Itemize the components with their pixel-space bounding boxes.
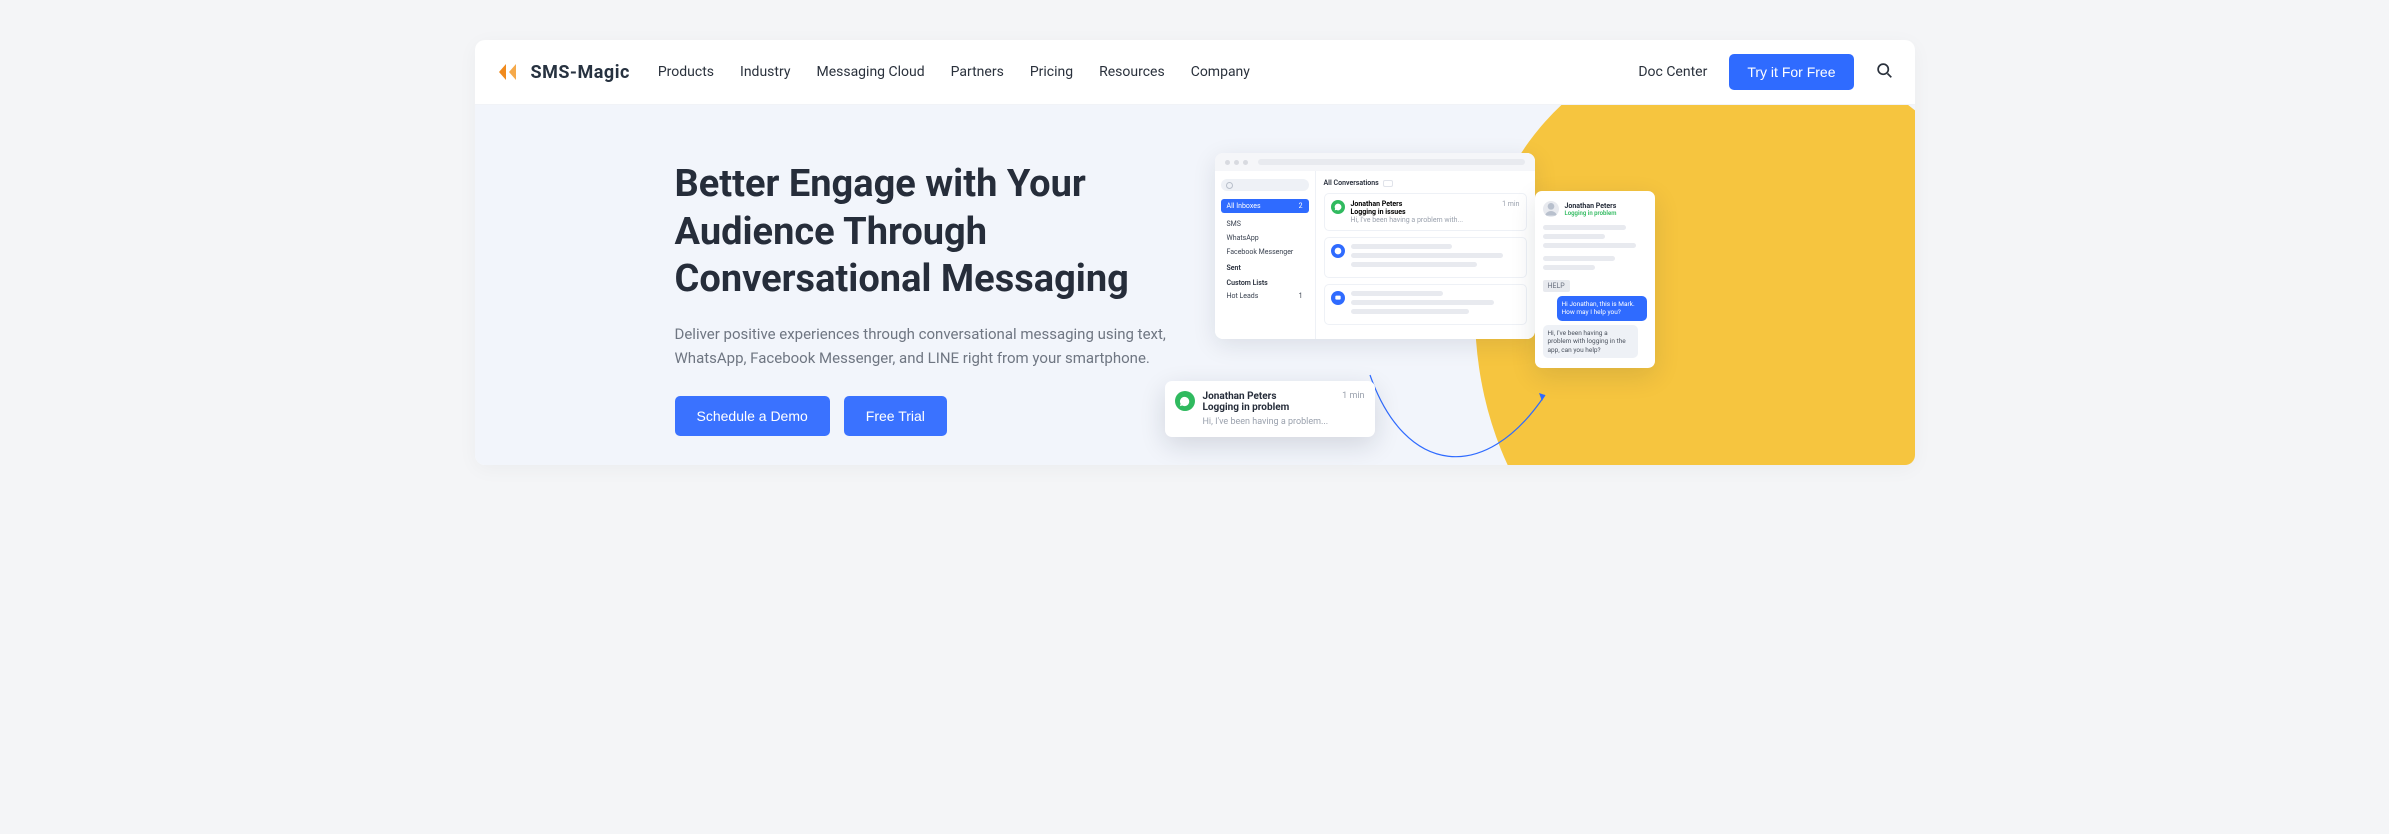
whatsapp-icon xyxy=(1331,200,1345,214)
all-inboxes-count: 2 xyxy=(1299,202,1303,210)
mock-search-input xyxy=(1221,179,1309,191)
nav-products[interactable]: Products xyxy=(658,64,714,80)
hero-illustration: All Inboxes 2 SMS WhatsApp Facebook Mess… xyxy=(1235,153,1915,465)
hero-subtitle: Deliver positive experiences through con… xyxy=(675,322,1195,370)
nav-industry[interactable]: Industry xyxy=(740,64,790,80)
connector-arrow-icon xyxy=(1365,365,1555,465)
dropdown-icon xyxy=(1383,180,1393,187)
nav-company[interactable]: Company xyxy=(1191,64,1250,80)
float-subject: Logging in problem xyxy=(1203,402,1329,413)
sidebar-sent: Sent xyxy=(1221,259,1309,274)
logo-mark-icon xyxy=(497,62,523,82)
app-mockup-window: All Inboxes 2 SMS WhatsApp Facebook Mess… xyxy=(1215,153,1535,339)
float-name: Jonathan Peters xyxy=(1203,391,1329,402)
sidebar-fb: Facebook Messenger xyxy=(1221,245,1309,259)
float-preview: Hi, I've been having a problem... xyxy=(1203,417,1329,427)
top-nav: SMS-Magic Products Industry Messaging Cl… xyxy=(475,40,1915,105)
schedule-demo-button[interactable]: Schedule a Demo xyxy=(675,396,830,436)
float-time: 1 min xyxy=(1342,391,1364,401)
hot-leads-count: 1 xyxy=(1299,292,1303,300)
conversation-row-sms xyxy=(1324,284,1527,325)
agent-message-bubble: Hi Jonathan, this is Mark. How may I hel… xyxy=(1557,296,1647,321)
nav-pricing[interactable]: Pricing xyxy=(1030,64,1073,80)
conversation-row-messenger xyxy=(1324,237,1527,278)
user-message-bubble: Hi, I've been having a problem with logg… xyxy=(1543,325,1638,358)
mockup-main: All Conversations Jonathan Peters 1 min xyxy=(1315,171,1535,339)
try-free-button[interactable]: Try it For Free xyxy=(1729,54,1853,90)
detail-name: Jonathan Peters xyxy=(1565,202,1617,210)
conversation-detail-panel: Jonathan Peters Logging in problem HELP … xyxy=(1535,191,1655,368)
conversations-header: All Conversations xyxy=(1324,179,1527,187)
brand-logo[interactable]: SMS-Magic xyxy=(497,62,630,83)
whatsapp-icon xyxy=(1175,391,1195,411)
detail-status: Logging in problem xyxy=(1565,210,1617,217)
conv-name: Jonathan Peters xyxy=(1351,200,1403,208)
nav-resources[interactable]: Resources xyxy=(1099,64,1165,80)
free-trial-button[interactable]: Free Trial xyxy=(844,396,947,436)
conv-time: 1 min xyxy=(1502,200,1519,208)
nav-links: Products Industry Messaging Cloud Partne… xyxy=(658,64,1250,80)
mockup-sidebar: All Inboxes 2 SMS WhatsApp Facebook Mess… xyxy=(1215,171,1315,339)
sidebar-custom: Custom Lists xyxy=(1221,274,1309,289)
nav-right: Doc Center Try it For Free xyxy=(1638,54,1892,90)
hero-section: Better Engage with Your Audience Through… xyxy=(475,105,1915,465)
conv-preview: Hi, I've been having a problem with... xyxy=(1351,216,1520,224)
sms-icon xyxy=(1331,291,1345,305)
user-avatar-icon xyxy=(1543,201,1559,217)
hero-title: Better Engage with Your Audience Through… xyxy=(675,161,1235,304)
conversation-row-whatsapp: Jonathan Peters 1 min Logging in issues … xyxy=(1324,193,1527,231)
floating-conversation-card: Jonathan Peters Logging in problem Hi, I… xyxy=(1165,381,1375,437)
search-icon[interactable] xyxy=(1876,62,1893,83)
all-inboxes-label: All Inboxes xyxy=(1227,202,1261,210)
hot-leads-label: Hot Leads xyxy=(1227,292,1259,300)
brand-name: SMS-Magic xyxy=(531,62,630,83)
doc-center-link[interactable]: Doc Center xyxy=(1638,64,1707,80)
sidebar-sms: SMS xyxy=(1221,217,1309,231)
nav-messaging-cloud[interactable]: Messaging Cloud xyxy=(816,64,924,80)
nav-partners[interactable]: Partners xyxy=(951,64,1004,80)
help-chip: HELP xyxy=(1543,280,1570,292)
sidebar-all-inboxes: All Inboxes 2 xyxy=(1221,199,1309,213)
conv-subject: Logging in issues xyxy=(1351,208,1520,216)
sidebar-hot-leads: Hot Leads 1 xyxy=(1221,289,1309,303)
messenger-icon xyxy=(1331,244,1345,258)
conversations-header-label: All Conversations xyxy=(1324,179,1379,187)
sidebar-whatsapp: WhatsApp xyxy=(1221,231,1309,245)
window-titlebar xyxy=(1215,153,1535,171)
